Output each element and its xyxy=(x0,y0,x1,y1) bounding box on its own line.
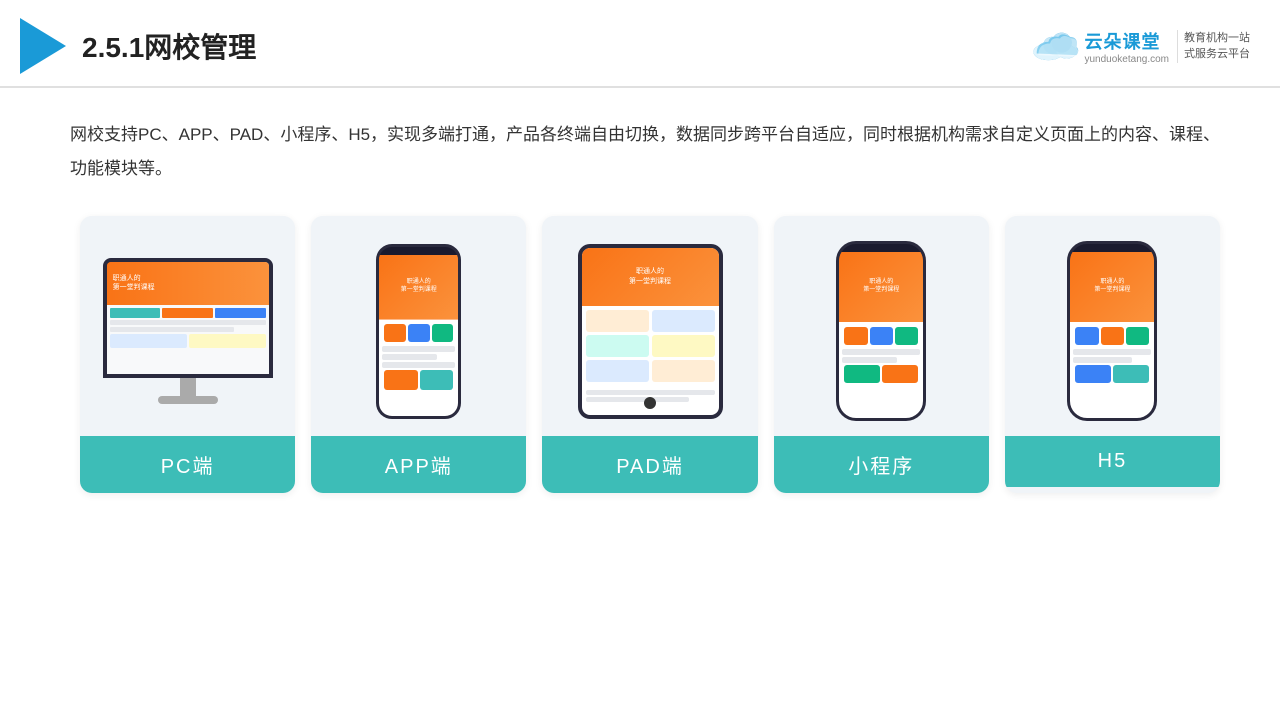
card-pc-label: PC端 xyxy=(80,436,295,493)
brand-logo: 云朵课堂 yunduoketang.com 教育机构一站式服务云平台 xyxy=(1030,28,1250,65)
pc-monitor-icon: 职通人的第一堂判课程 xyxy=(103,258,273,404)
page-title: 2.5.1网校管理 xyxy=(82,26,256,66)
card-miniapp: 职通人的第一堂判课程 xyxy=(774,216,989,493)
header: 2.5.1网校管理 xyxy=(0,0,1280,88)
brand-icon-group: 云朵课堂 yunduoketang.com 教育机构一站式服务云平台 xyxy=(1030,28,1250,65)
brand-tagline: 教育机构一站式服务云平台 xyxy=(1177,30,1250,63)
pad-tablet-icon: 职通人的第一堂判课程 xyxy=(578,244,723,419)
card-h5-label: H5 xyxy=(1005,436,1220,487)
card-pad-image: 职通人的第一堂判课程 xyxy=(542,216,757,436)
card-miniapp-image: 职通人的第一堂判课程 xyxy=(774,216,989,436)
cloud-icon xyxy=(1030,30,1080,62)
header-left: 2.5.1网校管理 xyxy=(20,18,256,74)
card-pad-label: PAD端 xyxy=(542,436,757,493)
card-pc-image: 职通人的第一堂判课程 xyxy=(80,216,295,436)
card-app-image: 职通人的第一堂判课程 xyxy=(311,216,526,436)
card-h5: 职通人的第一堂判课程 xyxy=(1005,216,1220,493)
card-pc: 职通人的第一堂判课程 xyxy=(80,216,295,493)
card-pad: 职通人的第一堂判课程 xyxy=(542,216,757,493)
logo-icon xyxy=(20,18,66,74)
miniapp-phone-icon: 职通人的第一堂判课程 xyxy=(836,241,926,421)
card-app: 职通人的第一堂判课程 xyxy=(311,216,526,493)
card-app-label: APP端 xyxy=(311,436,526,493)
card-h5-image: 职通人的第一堂判课程 xyxy=(1005,216,1220,436)
h5-phone-icon: 职通人的第一堂判课程 xyxy=(1067,241,1157,421)
brand-area: 云朵课堂 yunduoketang.com 教育机构一站式服务云平台 xyxy=(1030,28,1250,65)
app-phone-icon: 职通人的第一堂判课程 xyxy=(376,244,461,419)
brand-name: 云朵课堂 yunduoketang.com xyxy=(1084,28,1169,65)
description-text: 网校支持PC、APP、PAD、小程序、H5，实现多端打通，产品各终端自由切换，数… xyxy=(70,118,1230,186)
main-content: 网校支持PC、APP、PAD、小程序、H5，实现多端打通，产品各终端自由切换，数… xyxy=(0,88,1280,513)
card-miniapp-label: 小程序 xyxy=(774,436,989,493)
platform-cards: 职通人的第一堂判课程 xyxy=(70,216,1230,493)
